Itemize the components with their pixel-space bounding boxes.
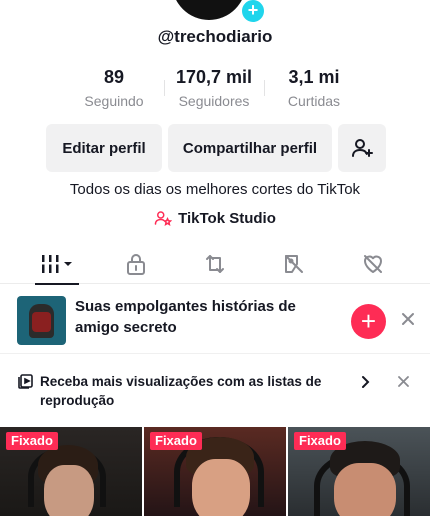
stat-likes-value: 3,1 mi xyxy=(288,67,340,87)
video-thumbnail[interactable]: Fixado xyxy=(144,427,286,516)
face-shape xyxy=(44,465,94,516)
stat-followers-label: Seguidores xyxy=(178,93,250,109)
tab-liked[interactable] xyxy=(351,244,395,284)
promo-thumbnail xyxy=(17,296,66,345)
promo-add-button[interactable]: + xyxy=(351,304,386,339)
add-user-icon xyxy=(352,139,373,157)
username: @trechodiario xyxy=(157,27,273,46)
add-avatar-icon[interactable]: + xyxy=(240,0,266,24)
video-thumbnail[interactable]: Fixado xyxy=(288,427,430,516)
profile-tabs xyxy=(0,244,430,285)
stats-row: 89 Seguindo 170,7 mil Seguidores 3,1 mi … xyxy=(64,66,364,112)
add-friend-button[interactable] xyxy=(338,124,386,172)
stat-followers[interactable]: 170,7 mil Seguidores xyxy=(164,66,264,112)
share-profile-button[interactable]: Compartilhar perfil xyxy=(168,124,332,172)
bio: Todos os dias os melhores cortes do TikT… xyxy=(69,181,361,198)
edit-profile-button[interactable]: Editar perfil xyxy=(46,124,162,172)
tiktok-studio-link[interactable]: TikTok Studio xyxy=(0,209,430,227)
pinned-badge: Fixado xyxy=(6,432,58,450)
liked-icon xyxy=(363,255,382,273)
lock-icon xyxy=(127,254,146,275)
divider xyxy=(0,353,430,354)
pinned-badge: Fixado xyxy=(150,432,202,450)
avatar-wrap[interactable]: + xyxy=(172,0,266,24)
grid-videos-icon xyxy=(40,255,73,273)
pinned-badge: Fixado xyxy=(294,432,346,450)
video-grid: Fixado Fixado Fixado xyxy=(0,427,430,516)
stat-likes-label: Curtidas xyxy=(287,93,341,109)
studio-label: TikTok Studio xyxy=(178,209,276,227)
tab-tagged[interactable] xyxy=(272,244,316,284)
face-shape xyxy=(334,463,396,516)
secret-santa-promo[interactable]: Suas empolgantes histórias de amigo secr… xyxy=(0,290,430,352)
playlist-banner-text: Receba mais visualizações com as listas … xyxy=(40,374,322,408)
stat-followers-value: 170,7 mil xyxy=(175,67,253,87)
profile-actions: Editar perfil Compartilhar perfil xyxy=(46,124,386,172)
stat-following[interactable]: 89 Seguindo xyxy=(64,66,164,112)
tab-private[interactable] xyxy=(114,244,158,284)
stat-following-label: Seguindo xyxy=(84,93,144,109)
chevron-right-icon[interactable] xyxy=(359,375,371,389)
stat-following-value: 89 xyxy=(103,67,125,87)
tagged-icon xyxy=(284,255,303,273)
close-icon[interactable] xyxy=(398,376,409,387)
studio-user-icon xyxy=(154,211,173,226)
video-thumbnail[interactable]: Fixado xyxy=(0,427,142,516)
tab-videos[interactable] xyxy=(35,244,80,285)
face-shape xyxy=(192,459,250,516)
repost-icon xyxy=(205,255,224,273)
playlist-banner[interactable]: Receba mais visualizações com as listas … xyxy=(0,366,430,416)
playlist-icon xyxy=(18,374,33,389)
tab-reposts[interactable] xyxy=(193,244,237,284)
stat-likes[interactable]: 3,1 mi Curtidas xyxy=(264,66,364,112)
promo-text: Suas empolgantes histórias de amigo secr… xyxy=(75,298,296,336)
close-icon[interactable] xyxy=(400,311,416,327)
avatar[interactable] xyxy=(172,0,246,20)
promo-figure-detail xyxy=(32,312,51,332)
